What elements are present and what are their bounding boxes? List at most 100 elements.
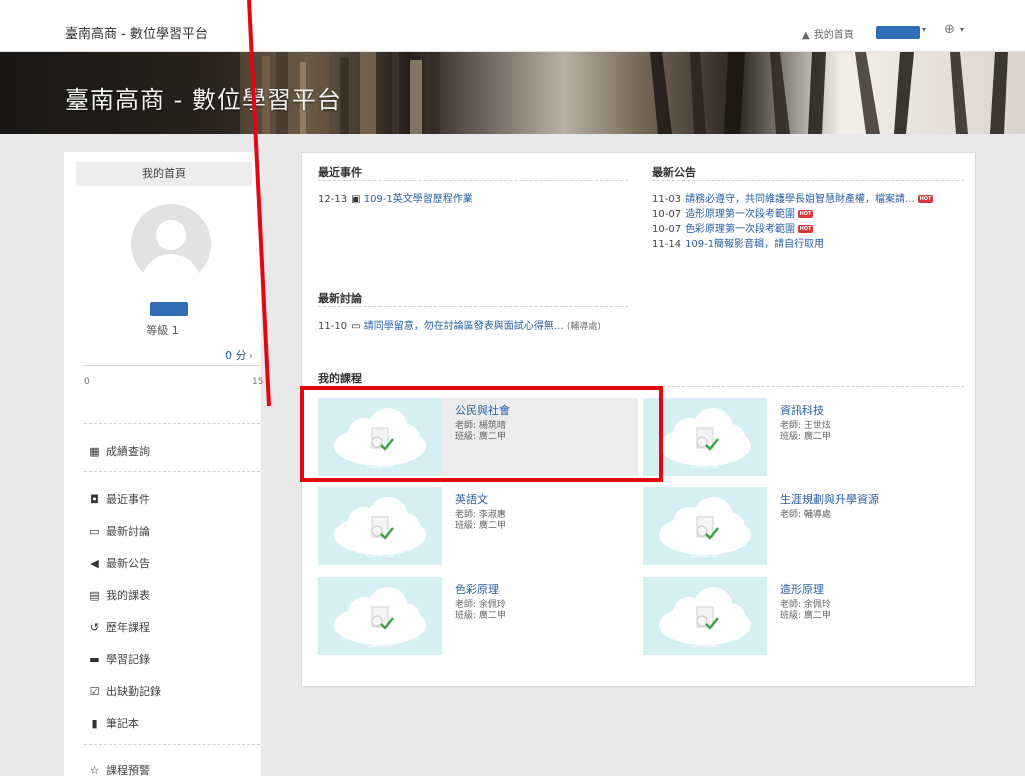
announcement-date: 11-03 [652,194,682,205]
course-thumbnail[interactable]: Course [643,487,767,565]
top-navbar: 臺南高商 - 數位學習平台 ▲ 我的首頁 ▾ ⊕ ▾ [0,0,1025,52]
menu-item-learning-records[interactable]: ▬ 學習記錄 [88,651,150,667]
course-info: 資訊科技 老師: 王世炫 班級: 廣二甲 [780,402,831,443]
discussion-link[interactable]: 請同學留意，勿在討論區發表與面試心得無… [364,321,564,332]
announcement-link[interactable]: 色彩原理第一次段考範圍 [685,224,795,235]
home-link-label: 我的首頁 [813,30,854,41]
avatar[interactable] [131,204,211,284]
home-link[interactable]: ▲ 我的首頁 [802,26,854,41]
calendar-event-icon: ◘ [90,493,99,506]
user-name-badge [150,302,188,316]
chevron-right-icon: › [248,349,253,362]
my-courses-title: 我的課程 [318,372,362,385]
course-info: 生涯規劃與升學資源 老師: 輔導處 [780,491,879,521]
user-level: 等級 1 [146,324,179,337]
clipboard-icon: ▣ [351,194,364,205]
site-title[interactable]: 臺南高商 - 數位學習平台 [65,23,208,42]
course-card[interactable]: Course 資訊科技 老師: 王世炫 班級: 廣二甲 [643,398,963,476]
course-card[interactable]: Course 造形原理 老師: 余佩玲 班級: 廣二甲 [643,577,963,655]
discussion-date: 11-10 [318,321,348,332]
announcement-row: 11-03 請務必遵守，共同維護學長姐智慧財產權，檔案請… HOT [652,190,934,205]
record-icon: ▬ [89,653,100,666]
hot-badge: HOT [918,195,934,203]
event-row: 12-13 ▣ 109-1英文學習歷程作業 [318,190,473,205]
course-thumb-label: Course [691,550,719,559]
hot-badge: HOT [798,225,814,233]
menu-item-label: 筆記本 [106,717,139,730]
menu-item-schedule[interactable]: ▤ 我的課表 [88,587,150,603]
course-thumbnail[interactable]: Course [643,398,767,476]
announcement-link[interactable]: 請務必遵守，共同維護學長姐智慧財產權，檔案請… [685,194,915,205]
event-link[interactable]: 109-1英文學習歷程作業 [364,194,473,205]
event-date: 12-13 [318,194,348,205]
course-name-link[interactable]: 生涯規劃與升學資源 [780,491,879,507]
menu-item-label: 歷年課程 [106,621,150,634]
banner-title: 臺南高商 - 數位學習平台 [65,86,342,114]
course-thumbnail[interactable]: Course [318,487,442,565]
menu-item-label: 學習記錄 [106,653,150,666]
course-thumbnail[interactable]: Course [318,577,442,655]
announcement-row: 11-14 109-1簡報影音輯，請自行取用 [652,235,824,250]
hot-badge: HOT [798,210,814,218]
course-card[interactable]: Course 公民與社會 老師: 楊筑晴 班級: 廣二甲 [318,398,638,476]
discussion-source: (輔導處) [566,322,601,332]
menu-item-recent-events[interactable]: ◘ 最近事件 [88,491,150,507]
menu-item-label: 最新討論 [106,525,150,538]
recent-events-title: 最近事件 [318,166,362,179]
announcement-row: 10-07 造形原理第一次段考範圍 HOT [652,205,814,220]
language-globe-icon[interactable]: ⊕ [944,22,955,37]
section-divider [652,180,964,181]
course-class: 班級: 廣二甲 [780,611,831,621]
menu-item-grades[interactable]: ▦ 成績查詢 [88,443,150,459]
dashboard-panel: 最近事件 12-13 ▣ 109-1英文學習歷程作業 最新公告 11-03 請務必遵… [301,152,976,687]
discussion-row: 11-10 ▭ 請同學留意，勿在討論區發表與面試心得無… (輔導處) [318,317,601,332]
course-teacher: 老師: 楊筑晴 [455,421,506,431]
course-card[interactable]: Course 色彩原理老師: 余佩玲 班級: 廣二甲 [318,577,638,655]
announcement-date: 10-07 [652,224,682,235]
menu-item-attendance[interactable]: ☑ 出缺勤記錄 [88,683,161,699]
section-divider [318,180,628,181]
section-divider [318,386,964,387]
calendar-icon: ▤ [89,589,100,602]
progress-max: 15 [252,377,264,387]
course-thumbnail[interactable]: Course [643,577,767,655]
section-divider [318,306,628,307]
user-menu[interactable] [876,26,920,39]
menu-item-announcements[interactable]: ◀ 最新公告 [88,555,150,571]
attendance-icon: ☑ [89,685,100,698]
course-card[interactable]: Course 生涯規劃與升學資源 老師: 輔導處 [643,487,963,565]
star-icon: ☆ [89,764,100,776]
course-class: 班級: 廣二甲 [455,611,506,621]
menu-item-course-alerts[interactable]: ☆ 課程預警 [88,762,150,776]
language-caret-icon[interactable]: ▾ [960,25,964,34]
course-class: 班級: 廣二甲 [780,432,831,442]
menu-item-label: 最新公告 [106,557,150,570]
course-card[interactable]: Course 英語文 老師: 李淑惠 班級: 廣二甲 [318,487,638,565]
progress-min: 0 [84,377,90,387]
menu-item-notebook[interactable]: ▮ 筆記本 [88,715,139,731]
comment-icon: ▭ [89,525,100,538]
menu-item-discussions[interactable]: ▭ 最新討論 [88,523,150,539]
course-thumbnail[interactable]: Course [318,398,442,476]
course-name-link[interactable]: 資訊科技 [780,402,831,418]
announcement-date: 11-14 [652,239,682,250]
course-class: 班級: 廣二甲 [455,521,506,531]
points-link[interactable]: 0 分 › [225,347,253,363]
course-name-link[interactable]: 公民與社會 [455,402,510,418]
course-teacher: 老師: 余佩玲 [455,600,506,610]
discussions-title: 最新討論 [318,292,362,305]
points-progress-track [84,365,260,366]
points-value: 0 分 [225,349,247,362]
user-menu-caret-icon[interactable]: ▾ [922,25,926,34]
course-info: 英語文 老師: 李淑惠 班級: 廣二甲 [455,491,506,532]
menu-item-label: 課程預警 [106,764,150,776]
notebook-icon: ▮ [91,717,98,730]
course-name-link[interactable]: 英語文 [455,491,506,507]
course-thumb-label: Course [366,461,394,470]
menu-item-past-courses[interactable]: ↺ 歷年課程 [88,619,150,635]
course-name-link[interactable]: 造形原理 [780,581,831,597]
announcement-link[interactable]: 造形原理第一次段考範圍 [685,209,795,220]
course-thumb-label: Course [691,640,719,649]
course-name-link[interactable]: 色彩原理 [455,581,506,597]
announcement-link[interactable]: 109-1簡報影音輯，請自行取用 [685,239,824,250]
